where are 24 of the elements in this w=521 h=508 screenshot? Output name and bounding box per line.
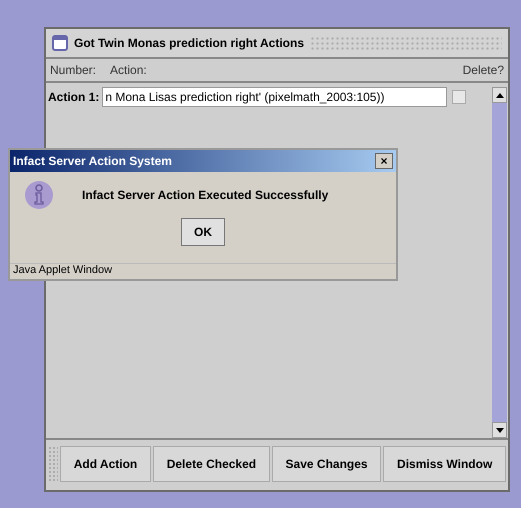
up-arrow-icon <box>496 92 504 98</box>
dialog-message: Infact Server Action Executed Successfully <box>82 188 328 202</box>
close-button[interactable]: × <box>375 153 393 169</box>
info-icon <box>24 180 54 210</box>
toolbar-button[interactable]: Save Changes <box>272 446 382 482</box>
scrollbar[interactable] <box>492 87 507 438</box>
toolbar-button[interactable]: Add Action <box>60 446 151 482</box>
window-title: Got Twin Monas prediction right Actions <box>74 36 304 50</box>
window-icon <box>52 35 68 51</box>
column-header: Action: <box>110 63 148 77</box>
action-label: Action 1: <box>48 90 100 104</box>
applet-footer: Java Applet Window <box>10 263 396 279</box>
down-arrow-icon <box>496 428 504 432</box>
dialog-title: Infact Server Action System <box>13 154 172 168</box>
ok-button[interactable]: OK <box>181 218 225 246</box>
scroll-down-button[interactable] <box>492 422 507 438</box>
delete-checkbox[interactable] <box>452 90 466 104</box>
action-field[interactable]: n Mona Lisas prediction right' (pixelmath_2003:105)) <box>102 87 448 107</box>
toolbar-button[interactable]: Dismiss Window <box>383 446 506 482</box>
column-header: Delete? <box>462 63 504 77</box>
toolbar-button[interactable]: Delete Checked <box>153 446 270 482</box>
toolbar-grip[interactable] <box>48 446 58 482</box>
scroll-up-button[interactable] <box>492 87 507 103</box>
column-header: Number: <box>50 63 96 77</box>
